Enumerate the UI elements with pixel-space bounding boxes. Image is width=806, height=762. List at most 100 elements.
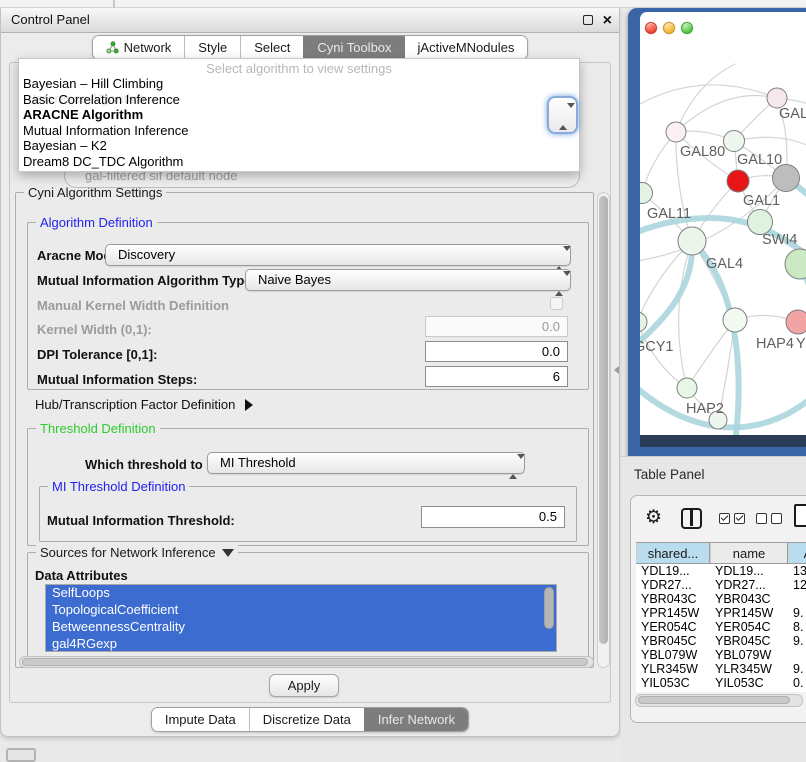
network-node-gcy1[interactable] — [640, 312, 647, 332]
data-attributes-list[interactable]: SelfLoopsTopologicalCoefficientBetweenne… — [45, 584, 557, 652]
settings-horizontal-scrollbar[interactable] — [19, 656, 594, 668]
gear-icon[interactable]: ⚙ — [645, 506, 662, 529]
network-node-unlabeled[interactable] — [773, 165, 800, 192]
tab-infer-network[interactable]: Infer Network — [364, 708, 468, 731]
mi-steps-field[interactable]: 6 — [425, 366, 568, 387]
tab-cyni-toolbox[interactable]: Cyni Toolbox — [303, 36, 404, 59]
expand-arrow-icon — [245, 399, 253, 411]
aracne-mode-select[interactable]: Discovery — [105, 244, 571, 266]
network-node-gal10[interactable] — [724, 131, 745, 152]
sources-group-title[interactable]: Sources for Network Inference — [36, 545, 238, 560]
network-node-hap2[interactable] — [677, 378, 697, 398]
network-node-swi4[interactable] — [748, 210, 773, 235]
attribute-item-gal4rgexp[interactable]: gal4RGexp — [46, 636, 556, 652]
float-window-icon[interactable] — [583, 15, 593, 25]
control-panel-titlebar: Control Panel × — [1, 8, 619, 33]
which-threshold-value: MI Threshold — [220, 455, 296, 470]
table-row[interactable]: YER054CYER054C8. — [636, 620, 806, 634]
network-node-label-gal11: GAL11 — [647, 206, 691, 222]
control-panel-window: Control Panel × Network Style SelectCyni T… — [0, 8, 620, 737]
dpi-tolerance-field[interactable]: 0.0 — [425, 341, 568, 362]
column-header-a[interactable]: A — [788, 543, 806, 563]
mi-type-select[interactable]: Naive Bayes — [245, 269, 571, 291]
network-node-gal80[interactable] — [666, 122, 686, 142]
focused-combo-end[interactable] — [547, 96, 578, 134]
column-header-shared[interactable]: shared... — [636, 543, 710, 563]
table-row[interactable]: YDR27...YDR27...12 — [636, 578, 806, 592]
dropdown-item-aracne-algorithm[interactable]: ARACNE Algorithm — [19, 107, 579, 123]
tab-label: jActiveMNodules — [418, 40, 515, 55]
tab-impute-data[interactable]: Impute Data — [152, 708, 249, 731]
network-node-gal[interactable] — [767, 88, 787, 108]
dropdown-item-bayesian-k2[interactable]: Bayesian – K2 — [19, 138, 579, 154]
manual-kernel-checkbox[interactable] — [550, 297, 563, 310]
network-node-gal1[interactable] — [727, 170, 749, 192]
table-row[interactable]: YBR045CYBR045C9. — [636, 634, 806, 648]
network-node-y[interactable] — [786, 310, 806, 334]
attribute-item-selfloops[interactable]: SelfLoops — [46, 585, 556, 602]
hub-definition-toggle[interactable]: Hub/Transcription Factor Definition — [35, 397, 253, 412]
table-cell: YBL079W — [710, 648, 788, 662]
import-table-icon[interactable] — [794, 504, 806, 527]
table-cell: YIL053C — [710, 676, 788, 690]
table-row[interactable]: YPR145WYPR145W9. — [636, 606, 806, 620]
attribute-list-scrollbar[interactable] — [544, 587, 554, 629]
network-canvas[interactable]: GALGAL80GAL10GAL1GAL11SWI4GAL4GCY1HAP4YH… — [640, 12, 806, 435]
dropdown-item-mutual-information-inference[interactable]: Mutual Information Inference — [19, 123, 579, 139]
which-threshold-select[interactable]: MI Threshold — [207, 452, 525, 474]
deselect-all-icon-2[interactable] — [771, 513, 782, 524]
select-all-icon[interactable] — [719, 513, 730, 524]
tab-label: Impute Data — [165, 712, 236, 727]
tab-select[interactable]: Select — [240, 36, 303, 59]
dropdown-placeholder: Select algorithm to view settings — [19, 59, 579, 76]
columns-icon[interactable] — [681, 508, 702, 529]
table-panel: Table Panel ⚙ shared...nameA YDL19...YDL… — [621, 456, 806, 762]
network-node-hap4[interactable] — [723, 308, 747, 332]
settings-scrollbar[interactable] — [597, 192, 610, 668]
tab-discretize-data[interactable]: Discretize Data — [249, 708, 364, 731]
table-horizontal-scrollbar[interactable] — [635, 694, 803, 707]
table-cell: 9. — [788, 606, 806, 620]
table-cell: 13 — [788, 564, 806, 578]
network-graph[interactable]: GALGAL80GAL10GAL1GAL11SWI4GAL4GCY1HAP4YH… — [640, 12, 806, 435]
table-cell: YDL19... — [636, 564, 710, 578]
mi-threshold-group-title: MI Threshold Definition — [48, 479, 189, 494]
attribute-item-betweennesscentrality[interactable]: BetweennessCentrality — [46, 619, 556, 636]
tab-label: Style — [198, 40, 227, 55]
table-cell — [788, 592, 806, 606]
network-node-unlabeled[interactable] — [785, 249, 806, 279]
table-row[interactable]: YDL19...YDL19...13 — [636, 564, 806, 578]
network-edge — [640, 241, 692, 354]
panel-divider-handle[interactable] — [614, 366, 619, 374]
network-window-footer — [640, 435, 806, 447]
apply-button[interactable]: Apply — [269, 674, 339, 697]
close-icon[interactable]: × — [603, 9, 612, 32]
table-row[interactable]: YBL079WYBL079W — [636, 648, 806, 662]
dropdown-item-dream8-dc-tdc-algorithm[interactable]: Dream8 DC_TDC Algorithm — [19, 154, 579, 170]
attribute-item-topologicalcoefficient[interactable]: TopologicalCoefficient — [46, 602, 556, 619]
table-window: ⚙ shared...nameA YDL19...YDL19...13YDR27… — [630, 495, 806, 723]
bottom-tabbar: Impute Data Discretize Data Infer Network — [1, 707, 619, 732]
table-row[interactable]: YIL053CYIL053C0. — [636, 676, 806, 690]
mi-threshold-field[interactable]: 0.5 — [421, 506, 565, 528]
table-panel-title: Table Panel — [634, 467, 705, 482]
deselect-all-icon[interactable] — [756, 513, 767, 524]
floating-grip-button[interactable] — [6, 748, 36, 762]
spinner-arrows-icon — [555, 249, 562, 269]
tab-label: Network — [124, 40, 172, 55]
table-row[interactable]: YBR043CYBR043C — [636, 592, 806, 606]
tab-network[interactable]: Network — [93, 36, 185, 59]
table-row[interactable]: YLR345WYLR345W9. — [636, 662, 806, 676]
dropdown-item-bayesian-hill-climbing[interactable]: Bayesian – Hill Climbing — [19, 76, 579, 92]
top-strip-tick — [113, 0, 115, 8]
table-cell: YPR145W — [636, 606, 710, 620]
network-node-label-gal4: GAL4 — [706, 256, 743, 272]
column-header-name[interactable]: name — [710, 543, 788, 563]
select-all-icon-2[interactable] — [734, 513, 745, 524]
tab-style[interactable]: Style — [184, 36, 240, 59]
tab-label: Discretize Data — [263, 712, 351, 727]
tab-jactivemnodules[interactable]: jActiveMNodules — [405, 36, 528, 59]
kernel-width-field[interactable]: 0.0 — [425, 316, 568, 337]
network-node-gal4[interactable] — [678, 227, 706, 255]
hub-definition-label: Hub/Transcription Factor Definition — [35, 397, 235, 412]
